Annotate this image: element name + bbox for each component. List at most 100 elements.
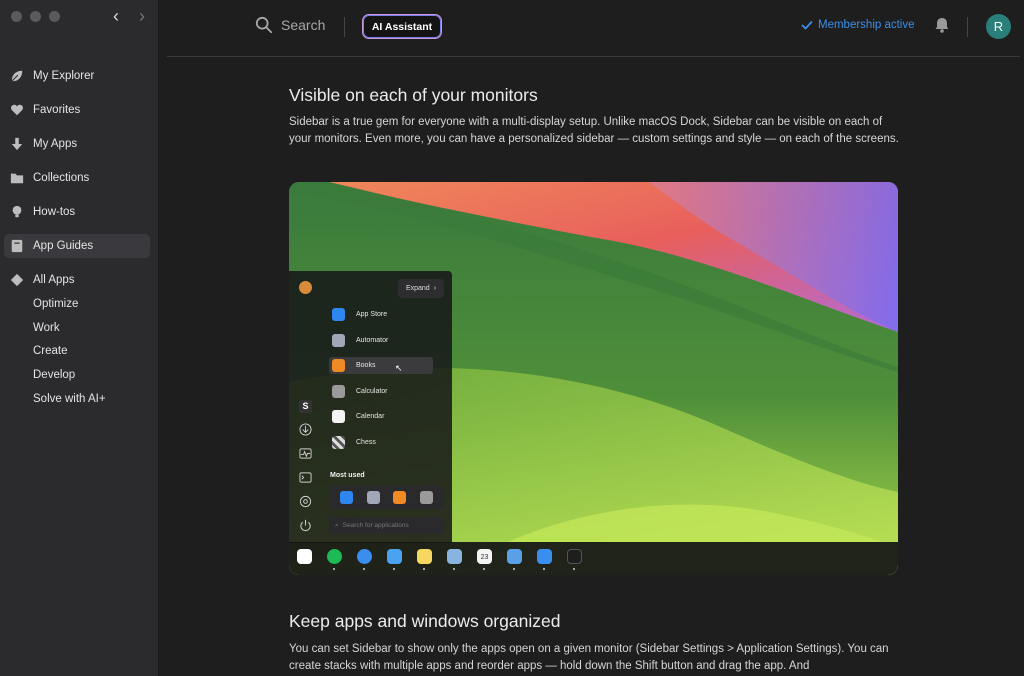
- app-label: Books: [356, 362, 376, 369]
- list-item: Calculator: [329, 383, 433, 400]
- gear-icon: [299, 495, 312, 508]
- most-used-apps: [329, 486, 444, 509]
- running-indicator: [423, 568, 425, 570]
- article-screenshot: Expand › App Store Automator Books ↖ Cal…: [289, 182, 898, 575]
- chevron-left-icon[interactable]: ‹: [110, 6, 122, 27]
- notes-icon: [417, 549, 432, 564]
- app-logo-icon: [299, 281, 312, 294]
- automator-icon: [332, 334, 345, 347]
- list-item: Books ↖: [329, 357, 433, 374]
- running-indicator: [573, 568, 575, 570]
- expand-label: Expand: [405, 285, 430, 292]
- running-indicator: [543, 568, 545, 570]
- ai-assistant-button[interactable]: AI Assistant: [362, 14, 442, 39]
- app-store-icon: [339, 491, 353, 504]
- search-label: Search: [281, 17, 326, 33]
- sidebar-item-my-apps[interactable]: My Apps: [4, 132, 150, 156]
- app-label: Chess: [356, 439, 376, 446]
- membership-label: Membership active: [818, 19, 915, 31]
- search-icon: ⌕: [335, 521, 339, 529]
- app-label: Calendar: [356, 413, 385, 420]
- bell-icon[interactable]: [933, 16, 951, 34]
- cursor-icon: ↖: [395, 363, 403, 373]
- sidebar-item-label: Collections: [33, 172, 90, 184]
- sidebar-item-label: All Apps: [33, 274, 75, 286]
- sidebar-app-icon: [297, 549, 312, 564]
- terminal-icon: [299, 472, 312, 483]
- sidebar-item-label: Favorites: [33, 104, 81, 116]
- chevron-right-icon: ›: [433, 285, 437, 292]
- figma-icon: [567, 549, 582, 564]
- sidebar-item-collections[interactable]: Collections: [4, 166, 150, 190]
- chess-icon: [332, 436, 345, 449]
- app-label: App Store: [356, 311, 388, 318]
- dock-bar: 23: [289, 542, 898, 575]
- sidebar-item-my-explorer[interactable]: My Explorer: [4, 64, 150, 88]
- sidebar-item-label: App Guides: [33, 240, 94, 252]
- search-placeholder: Search for applications: [342, 522, 409, 529]
- sidebar-subitem-optimize[interactable]: Optimize: [4, 296, 150, 312]
- app-label: Calculator: [356, 388, 388, 395]
- sidebar-item-label: My Explorer: [33, 70, 95, 82]
- divider: [344, 17, 345, 37]
- sidebar-subitem-create[interactable]: Create: [4, 343, 150, 359]
- list-item: Chess: [329, 434, 433, 451]
- app-store-icon: [332, 308, 345, 321]
- chevron-right-icon[interactable]: ›: [136, 6, 148, 27]
- sidebar-nav: My Explorer Favorites My Apps Collection…: [4, 64, 150, 414]
- history-nav: ‹ ›: [110, 6, 148, 27]
- divider: [967, 17, 968, 37]
- avatar[interactable]: R: [986, 14, 1011, 39]
- sidebar-subitem-develop[interactable]: Develop: [4, 367, 150, 383]
- preview-icon: [447, 549, 462, 564]
- expand-button: Expand ›: [398, 279, 444, 298]
- zoom-window-button[interactable]: [49, 11, 60, 22]
- spotify-icon: [327, 549, 342, 564]
- download-arrow-icon: [10, 137, 24, 151]
- sidebar: ‹ › My Explorer Favorites My Apps Collec…: [0, 0, 159, 676]
- top-bar-divider: [167, 56, 1020, 57]
- section-title: Visible on each of your monitors: [289, 85, 538, 105]
- calendar-icon: [332, 410, 345, 423]
- calendar-icon: 23: [477, 549, 492, 564]
- main-content: Search AI Assistant Membership active R …: [159, 0, 1024, 676]
- diamond-icon: [10, 273, 24, 287]
- book-icon: [10, 239, 24, 253]
- leaf-icon: [10, 69, 24, 83]
- section-title: Keep apps and windows organized: [289, 611, 561, 631]
- running-indicator: [513, 568, 515, 570]
- books-icon: [332, 359, 345, 372]
- sidebar-item-all-apps[interactable]: All Apps: [4, 268, 150, 292]
- running-indicator: [453, 568, 455, 570]
- calculator-icon: [332, 385, 345, 398]
- section-body: You can set Sidebar to show only the app…: [289, 643, 889, 672]
- checkmark-icon: [801, 20, 813, 30]
- search-icon: [255, 16, 273, 34]
- sidebar-item-app-guides[interactable]: App Guides: [4, 234, 150, 258]
- finder-icon: [507, 549, 522, 564]
- membership-status[interactable]: Membership active: [801, 19, 915, 31]
- minimize-window-button[interactable]: [30, 11, 41, 22]
- running-indicator: [393, 568, 395, 570]
- sidebar-subitem-work[interactable]: Work: [4, 320, 150, 336]
- download-icon: [299, 423, 312, 436]
- running-indicator: [483, 568, 485, 570]
- power-icon: [300, 519, 311, 532]
- lightbulb-icon: [10, 205, 24, 219]
- close-window-button[interactable]: [11, 11, 22, 22]
- app-window: ‹ › My Explorer Favorites My Apps Collec…: [0, 0, 1024, 676]
- calculator-icon: [420, 491, 434, 504]
- app-label: Automator: [356, 337, 389, 344]
- sidebar-item-label: My Apps: [33, 138, 78, 150]
- running-indicator: [333, 568, 335, 570]
- sidebar-app-panel: Expand › App Store Automator Books ↖ Cal…: [289, 271, 452, 543]
- list-item: Calendar: [329, 408, 433, 425]
- activity-monitor-icon: [299, 448, 312, 459]
- automator-icon: [366, 491, 380, 504]
- sidebar-subitem-solve-with-ai[interactable]: Solve with AI+: [4, 391, 150, 407]
- safari-icon: [357, 549, 372, 564]
- search-field[interactable]: Search: [255, 16, 325, 34]
- top-bar: Search AI Assistant Membership active R: [159, 0, 1024, 56]
- sidebar-item-favorites[interactable]: Favorites: [4, 98, 150, 122]
- sidebar-item-how-tos[interactable]: How-tos: [4, 200, 150, 224]
